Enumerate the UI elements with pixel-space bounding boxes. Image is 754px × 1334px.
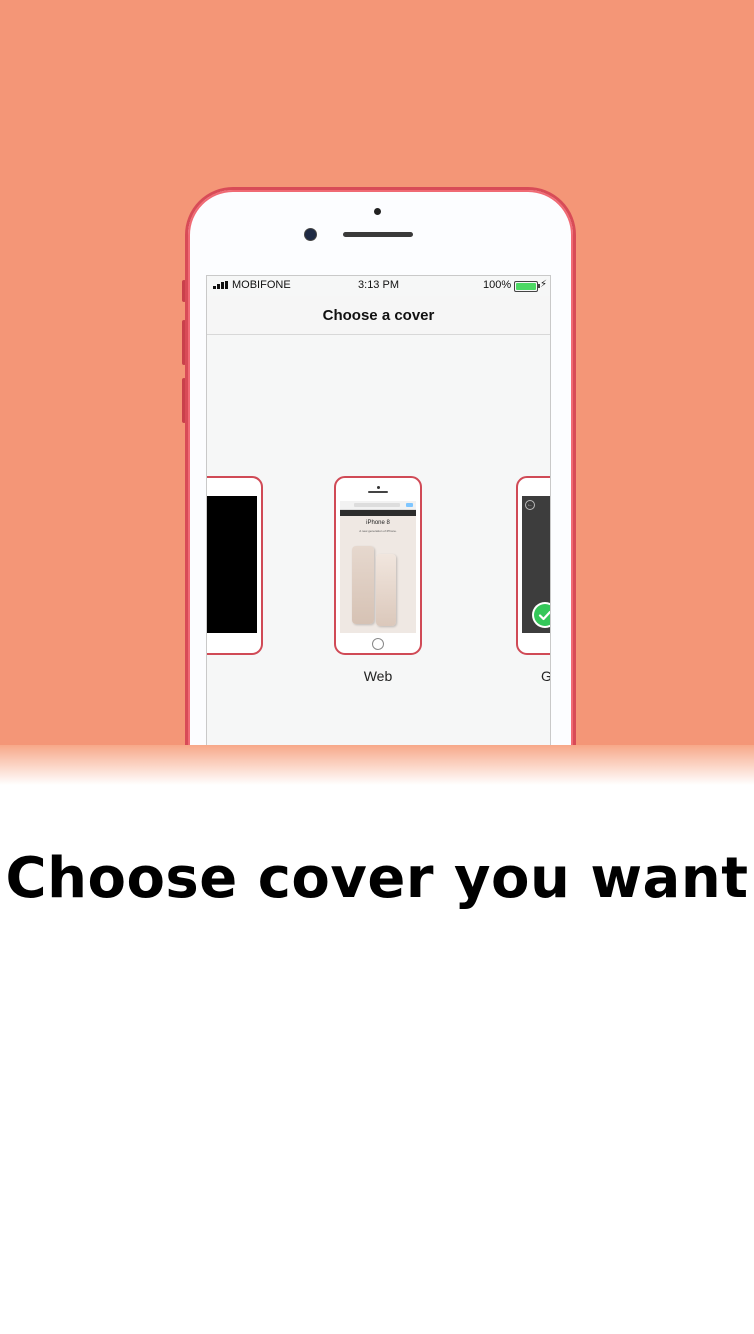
front-camera-icon — [305, 229, 316, 240]
cover-option-black[interactable] — [207, 476, 263, 655]
cover-preview-gray: ← — [522, 496, 550, 633]
cover-option-gray[interactable]: ← — [516, 476, 550, 655]
earpiece-speaker — [343, 232, 413, 237]
proximity-sensor — [374, 208, 381, 215]
battery-full-icon — [514, 281, 540, 292]
cover-option-web[interactable]: iPhone 8 A new generation of iPhone. — [334, 476, 422, 655]
mini-product-image — [376, 554, 396, 626]
charging-bolt-icon: ⚡ — [540, 279, 548, 290]
phone-screen: MOBIFONE 3:13 PM 100% ⚡ Choose a cover k — [206, 275, 551, 747]
app-store-screenshot: MOBIFONE 3:13 PM 100% ⚡ Choose a cover k — [0, 0, 754, 1334]
mini-home-button — [372, 638, 384, 650]
battery-percentage: 100% — [483, 279, 512, 291]
cover-label-web: Web — [363, 668, 393, 684]
mini-product-image — [352, 546, 374, 624]
mini-speaker — [368, 491, 388, 493]
caption-text: Choose cover you want — [5, 846, 749, 911]
mini-camera-icon — [377, 486, 380, 489]
cover-label-right: G — [541, 668, 551, 684]
mini-product-subtitle: A new generation of iPhone. — [359, 529, 397, 533]
nav-title: Choose a cover — [322, 307, 435, 324]
cover-preview-web: iPhone 8 A new generation of iPhone. — [340, 496, 416, 633]
cover-label-left: k — [206, 668, 207, 684]
mini-url-bar — [340, 501, 416, 510]
mini-apple-nav — [340, 510, 416, 516]
cover-preview-black — [207, 496, 257, 633]
navigation-bar: Choose a cover — [207, 296, 550, 335]
fade-gradient — [0, 745, 754, 785]
checkmark-icon — [534, 604, 550, 626]
back-arrow-icon: ← — [525, 500, 535, 510]
status-bar: MOBIFONE 3:13 PM 100% ⚡ — [207, 276, 550, 296]
mini-product-title: iPhone 8 — [366, 520, 390, 526]
